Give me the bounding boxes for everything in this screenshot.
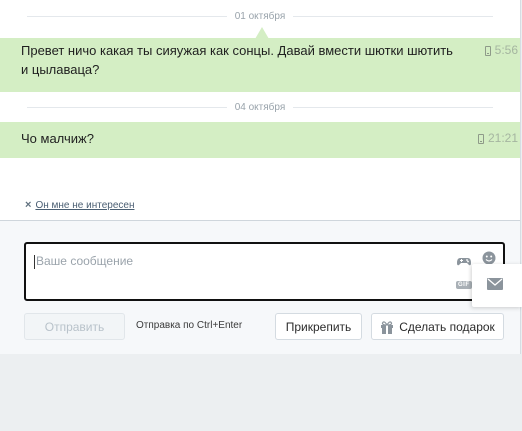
message-meta: 5:56 [484,41,518,60]
message-text: Превет ничо какая ты сияужая как сонцы. … [21,43,453,77]
message-meta: 21:21 [477,129,518,148]
send-hint: Отправка по Ctrl+Enter [136,320,243,331]
message-text: Чо малчиж? [21,131,94,146]
phone-icon [477,133,484,144]
not-interested-link[interactable]: × Он мне не интересен [25,199,134,211]
date-divider: 01 октября [0,9,520,23]
gift-label: Сделать подарок [399,319,495,334]
message-time: 5:56 [494,43,518,57]
close-icon: × [25,199,32,211]
mail-tab[interactable] [472,264,522,307]
gift-button[interactable]: Сделать подарок [371,313,504,340]
message-input[interactable]: Ваше сообщение GIF [24,242,505,301]
date-label: 01 октября [234,10,286,22]
gift-icon [381,320,394,334]
message-placeholder: Ваше сообщение [36,254,134,268]
message-time: 21:21 [487,131,518,145]
message-bubble: Чо малчиж? 21:21 [0,122,520,158]
not-interested-label[interactable]: Он мне не интересен [35,200,134,211]
phone-icon [484,45,491,56]
gif-icon[interactable]: GIF [456,281,472,289]
text-caret [34,255,35,269]
smile-icon[interactable] [482,251,496,265]
date-label: 04 октября [234,101,286,113]
gamepad-icon[interactable] [457,254,471,268]
mail-icon [487,278,503,290]
date-divider: 04 октября [0,100,520,114]
send-button[interactable]: Отправить [24,313,125,340]
attach-button[interactable]: Прикрепить [275,313,362,340]
message-bubble: Превет ничо какая ты сияужая как сонцы. … [0,38,520,92]
